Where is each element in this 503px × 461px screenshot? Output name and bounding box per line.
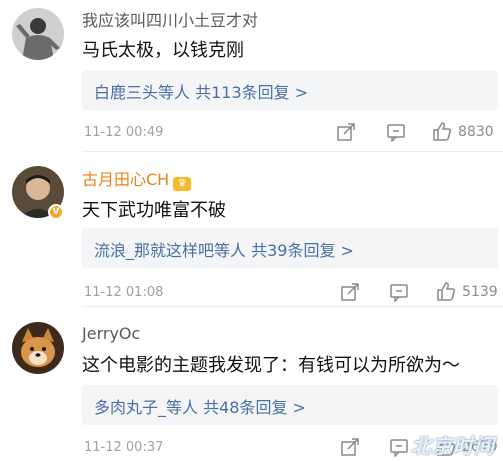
share-icon[interactable] xyxy=(336,122,356,142)
comment-text: 这个电影的主题我发现了：有钱可以为所欲为～ xyxy=(82,355,460,376)
replies-box[interactable]: 流浪_那就这样吧等人 共39条回复 > xyxy=(82,228,498,268)
username-text: 古月田心CH xyxy=(82,170,170,189)
replies-box[interactable]: 多肉丸子_等人 共48条回复 > xyxy=(82,385,498,425)
comment-text: 天下武功唯富不破 xyxy=(82,200,226,221)
username[interactable]: 古月田心CH ♛ xyxy=(82,166,192,191)
comment-item: 我应该叫四川小土豆才对 马氏太极，以钱克刚 白鹿三头等人 共113条回复 > 1… xyxy=(0,0,503,152)
comment-time: 11-12 00:37 xyxy=(84,440,164,455)
martial-artist-avatar-icon xyxy=(12,8,64,60)
replies-link[interactable]: 白鹿三头等人 共113条回复 > xyxy=(94,79,308,103)
comment-icon[interactable] xyxy=(389,437,409,457)
replies-link[interactable]: 多肉丸子_等人 共48条回复 > xyxy=(94,394,306,418)
shiba-dog-avatar-icon xyxy=(12,322,64,374)
like-icon[interactable] xyxy=(436,281,456,301)
comment-time: 11-12 00:49 xyxy=(84,125,164,140)
like-count: 5139 xyxy=(462,284,498,300)
share-icon[interactable] xyxy=(340,437,360,457)
comment-text: 马氏太极，以钱克刚 xyxy=(82,40,244,61)
username[interactable]: JerryOc xyxy=(82,324,140,343)
like-count: 8830 xyxy=(458,124,494,140)
comment-time: 11-12 01:08 xyxy=(84,285,164,300)
like-icon[interactable] xyxy=(432,121,452,141)
crown-icon: ♛ xyxy=(173,177,192,191)
username[interactable]: 我应该叫四川小土豆才对 xyxy=(82,7,258,31)
comment-icon[interactable] xyxy=(389,282,409,302)
comment-item: V 古月田心CH ♛ 天下武功唯富不破 流浪_那就这样吧等人 共39条回复 > 1… xyxy=(0,152,503,307)
verified-badge-icon: V xyxy=(48,204,64,220)
watermark: 北京时间 xyxy=(411,434,495,458)
avatar[interactable] xyxy=(12,8,64,60)
replies-link[interactable]: 流浪_那就这样吧等人 共39条回复 > xyxy=(94,237,354,261)
share-icon[interactable] xyxy=(340,282,360,302)
replies-box[interactable]: 白鹿三头等人 共113条回复 > xyxy=(82,70,498,110)
avatar[interactable] xyxy=(12,322,64,374)
comment-icon[interactable] xyxy=(386,122,406,142)
